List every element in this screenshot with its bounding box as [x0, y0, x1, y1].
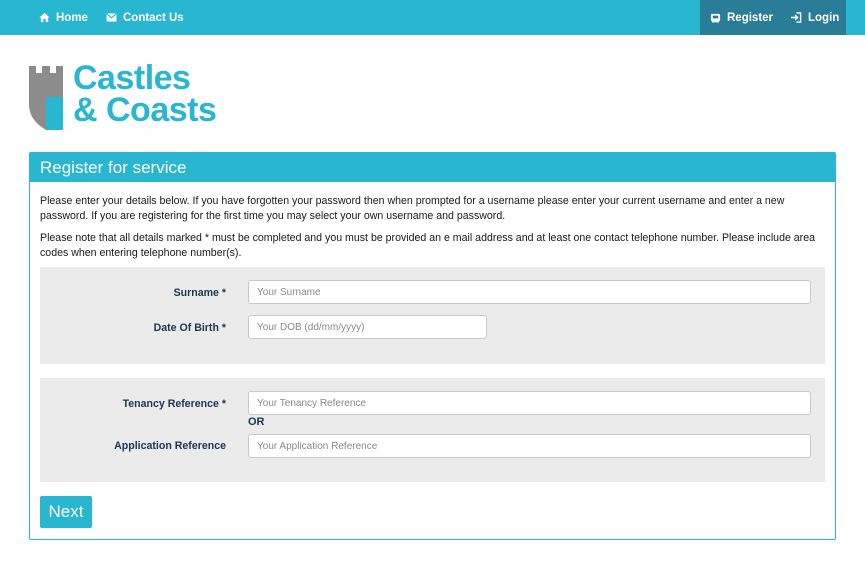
- application-reference-label: Application Reference: [114, 440, 226, 452]
- dob-input[interactable]: [248, 315, 487, 339]
- application-reference-input[interactable]: [248, 434, 811, 458]
- nav-home-link[interactable]: Home: [39, 0, 88, 35]
- logo-line-2: & Coasts: [73, 91, 217, 129]
- nav-login-label: Login: [808, 11, 840, 24]
- personal-details-section: Surname * Date Of Birth *: [40, 267, 825, 364]
- nav-register-label: Register: [727, 11, 774, 24]
- top-navigation-bar: Home Contact Us Register Login: [0, 0, 865, 35]
- nav-login-link[interactable]: Login: [790, 0, 839, 35]
- surname-label: Surname *: [173, 287, 226, 299]
- dob-label: Date Of Birth *: [153, 322, 226, 334]
- or-separator: OR: [248, 416, 265, 428]
- login-icon: [790, 12, 802, 23]
- home-icon: [39, 12, 50, 23]
- register-panel: Register for service Please enter your d…: [29, 152, 836, 540]
- intro-paragraph-2: Please note that all details marked * mu…: [40, 232, 815, 259]
- castle-tower-icon: [28, 64, 64, 135]
- reference-section: Tenancy Reference * OR Application Refer…: [40, 378, 825, 482]
- nav-register-link[interactable]: Register: [710, 0, 773, 35]
- surname-input[interactable]: [248, 280, 811, 304]
- register-icon: [710, 12, 721, 23]
- nav-contact-label: Contact Us: [123, 11, 184, 24]
- logo-line-1: Castles: [73, 59, 191, 97]
- tenancy-reference-input[interactable]: [248, 391, 811, 415]
- intro-paragraph-1: Please enter your details below. If you …: [40, 195, 785, 222]
- next-button[interactable]: Next: [40, 496, 92, 528]
- panel-title: Register for service: [30, 153, 835, 182]
- castles-coasts-logo[interactable]: Castles & Coasts: [28, 59, 218, 135]
- tenancy-reference-label: Tenancy Reference *: [122, 398, 226, 410]
- nav-home-label: Home: [56, 11, 88, 24]
- logo-wordmark: Castles & Coasts: [73, 59, 217, 129]
- nav-contact-link[interactable]: Contact Us: [106, 0, 184, 35]
- envelope-icon: [106, 13, 117, 22]
